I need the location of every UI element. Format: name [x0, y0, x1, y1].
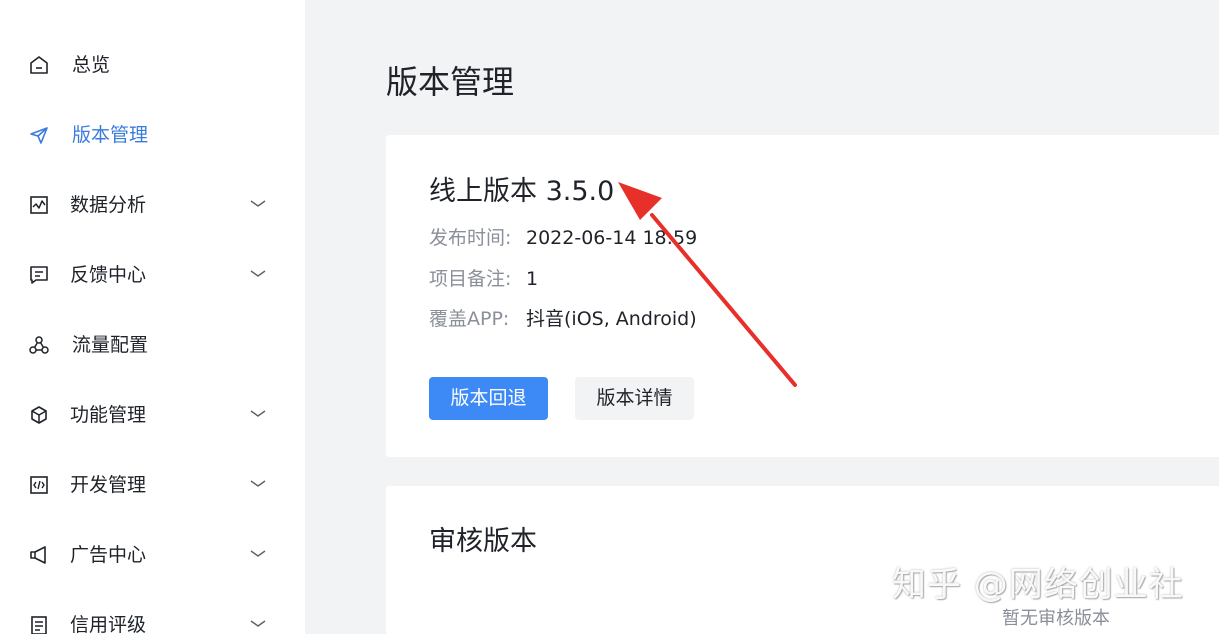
chart-icon: [30, 196, 48, 214]
sidebar-item-credit-rating[interactable]: 信用评级: [0, 605, 305, 634]
network-icon: [29, 336, 49, 354]
chevron-down-icon[interactable]: [249, 617, 267, 631]
sidebar-item-traffic-config[interactable]: 流量配置: [0, 325, 305, 365]
covered-app-label: 覆盖APP:: [429, 308, 510, 330]
sidebar-item-feature-management[interactable]: 功能管理: [0, 395, 305, 435]
app-page: 总览 版本管理 数据分析 反馈中心 流量配置 功能管理 开发管理 广告中心 信用…: [0, 0, 1219, 634]
sidebar-item-data-analysis[interactable]: 数据分析: [0, 185, 305, 225]
sidebar-item-ad-center[interactable]: 广告中心: [0, 535, 305, 575]
sidebar-item-label: 信用评级: [70, 614, 147, 634]
project-note-value: 1: [526, 268, 539, 290]
document-icon: [31, 616, 47, 634]
sidebar-item-overview[interactable]: 总览: [0, 45, 305, 85]
review-version-title: 审核版本: [429, 526, 537, 557]
annotation-arrow: [618, 182, 797, 387]
chevron-down-icon[interactable]: [249, 477, 267, 491]
empty-state-text: 暂无审核版本: [1002, 608, 1110, 629]
chevron-down-icon[interactable]: [249, 197, 267, 211]
project-note-label: 项目备注:: [429, 268, 512, 290]
sidebar-item-label: 流量配置: [72, 334, 149, 356]
project-note-row: 项目备注: 1: [429, 267, 538, 291]
sidebar: 总览 版本管理 数据分析 反馈中心 流量配置 功能管理 开发管理 广告中心 信用…: [0, 0, 305, 634]
sidebar-item-label: 功能管理: [70, 404, 147, 426]
sidebar-item-label: 数据分析: [70, 194, 147, 216]
sidebar-item-label: 总览: [72, 54, 111, 76]
chevron-down-icon[interactable]: [249, 547, 267, 561]
chevron-down-icon[interactable]: [249, 267, 267, 281]
cube-icon: [31, 406, 47, 424]
message-icon: [30, 266, 48, 284]
sidebar-item-label: 版本管理: [72, 124, 149, 146]
sidebar-item-label: 开发管理: [70, 474, 147, 496]
chevron-down-icon[interactable]: [249, 407, 267, 421]
sidebar-item-dev-management[interactable]: 开发管理: [0, 465, 305, 505]
page-title: 版本管理: [386, 63, 515, 101]
sidebar-item-label: 广告中心: [70, 544, 147, 566]
watermark-text: 知乎 @网络创业社: [892, 565, 1184, 605]
release-time-label: 发布时间:: [429, 227, 512, 249]
review-version-card: 审核版本 暂无审核版本: [386, 486, 1219, 634]
rollback-button[interactable]: 版本回退: [429, 377, 548, 420]
sidebar-item-label: 反馈中心: [70, 264, 147, 286]
sidebar-item-feedback-center[interactable]: 反馈中心: [0, 255, 305, 295]
code-icon: [30, 476, 48, 494]
megaphone-icon: [30, 546, 46, 564]
send-icon: [30, 127, 48, 144]
online-version-title: 线上版本 3.5.0: [429, 176, 615, 207]
home-icon: [30, 56, 48, 74]
sidebar-item-version-management[interactable]: 版本管理: [0, 115, 305, 155]
